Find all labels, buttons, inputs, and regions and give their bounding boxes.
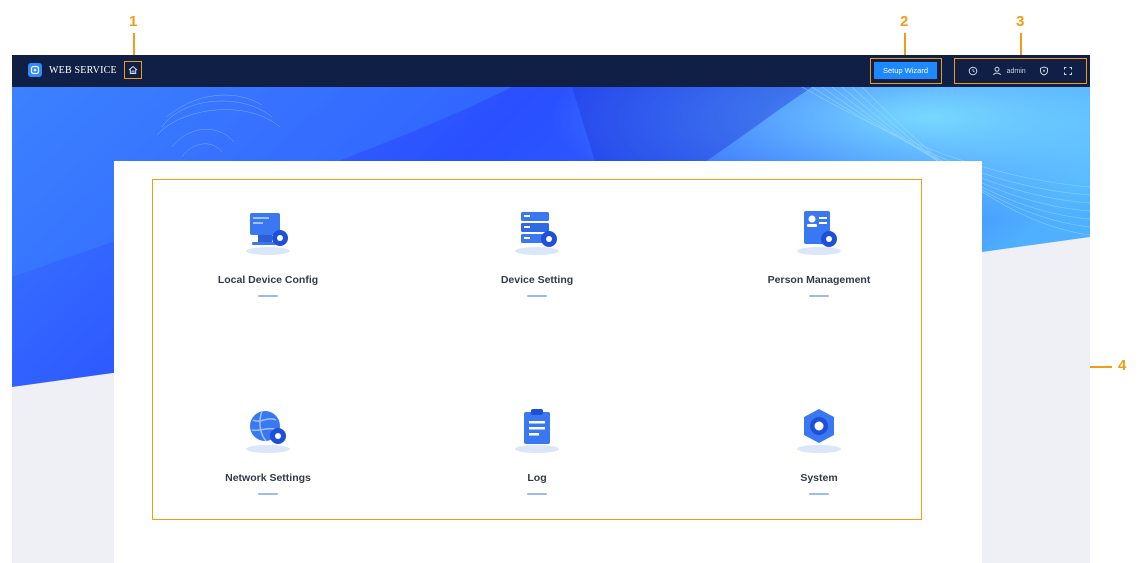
tile-underline xyxy=(809,493,829,495)
tile-underline xyxy=(809,295,829,297)
fullscreen-icon xyxy=(1064,67,1073,75)
home-icon xyxy=(128,65,138,74)
callout-1: 1 xyxy=(129,13,138,30)
tile-label: System xyxy=(800,472,838,484)
tile-device-setting[interactable]: Device Setting xyxy=(437,210,637,320)
callout-3: 3 xyxy=(1016,13,1025,30)
tile-underline xyxy=(527,493,547,495)
shield-icon xyxy=(1040,66,1049,76)
tile-network-settings[interactable]: Network Settings xyxy=(168,408,368,518)
person-card-gear-icon xyxy=(797,211,841,255)
home-button[interactable] xyxy=(124,61,142,79)
clock-button[interactable] xyxy=(968,66,978,76)
user-icon xyxy=(992,66,1001,76)
monitor-gear-icon xyxy=(246,213,290,255)
user-menu[interactable]: admin xyxy=(992,66,1026,76)
tile-underline xyxy=(258,295,278,297)
brand: WEB SERVICE xyxy=(28,63,117,77)
tile-underline xyxy=(527,295,547,297)
clipboard-icon xyxy=(515,409,559,453)
tile-label: Network Settings xyxy=(225,472,311,484)
clock-icon xyxy=(968,66,978,76)
fullscreen-button[interactable] xyxy=(1063,66,1073,76)
brand-title: WEB SERVICE xyxy=(49,64,117,76)
tile-person-management[interactable]: Person Management xyxy=(719,210,919,320)
tile-label: Person Management xyxy=(767,274,871,286)
hex-nut-icon xyxy=(797,409,841,453)
server-gear-icon xyxy=(515,212,559,255)
callout-4: 4 xyxy=(1118,357,1127,374)
tile-system[interactable]: System xyxy=(719,408,919,518)
setup-wizard-button[interactable]: Setup Wizard xyxy=(874,62,937,79)
app-logo-icon xyxy=(28,63,42,77)
tile-label: Log xyxy=(527,472,547,484)
top-bar: WEB SERVICE Setup Wizard admin xyxy=(12,55,1090,87)
toolbar-icons: admin xyxy=(954,58,1087,84)
tile-label: Device Setting xyxy=(500,274,574,286)
tile-log[interactable]: Log xyxy=(437,408,637,518)
tile-local-device-config[interactable]: Local Device Config xyxy=(168,210,368,320)
setup-wizard-highlight: Setup Wizard xyxy=(870,58,942,84)
security-button[interactable] xyxy=(1039,66,1049,76)
callout-2: 2 xyxy=(900,13,909,30)
user-name: admin xyxy=(1006,67,1026,75)
globe-gear-icon xyxy=(246,410,290,453)
tile-underline xyxy=(258,493,278,495)
tile-label: Local Device Config xyxy=(217,274,319,286)
